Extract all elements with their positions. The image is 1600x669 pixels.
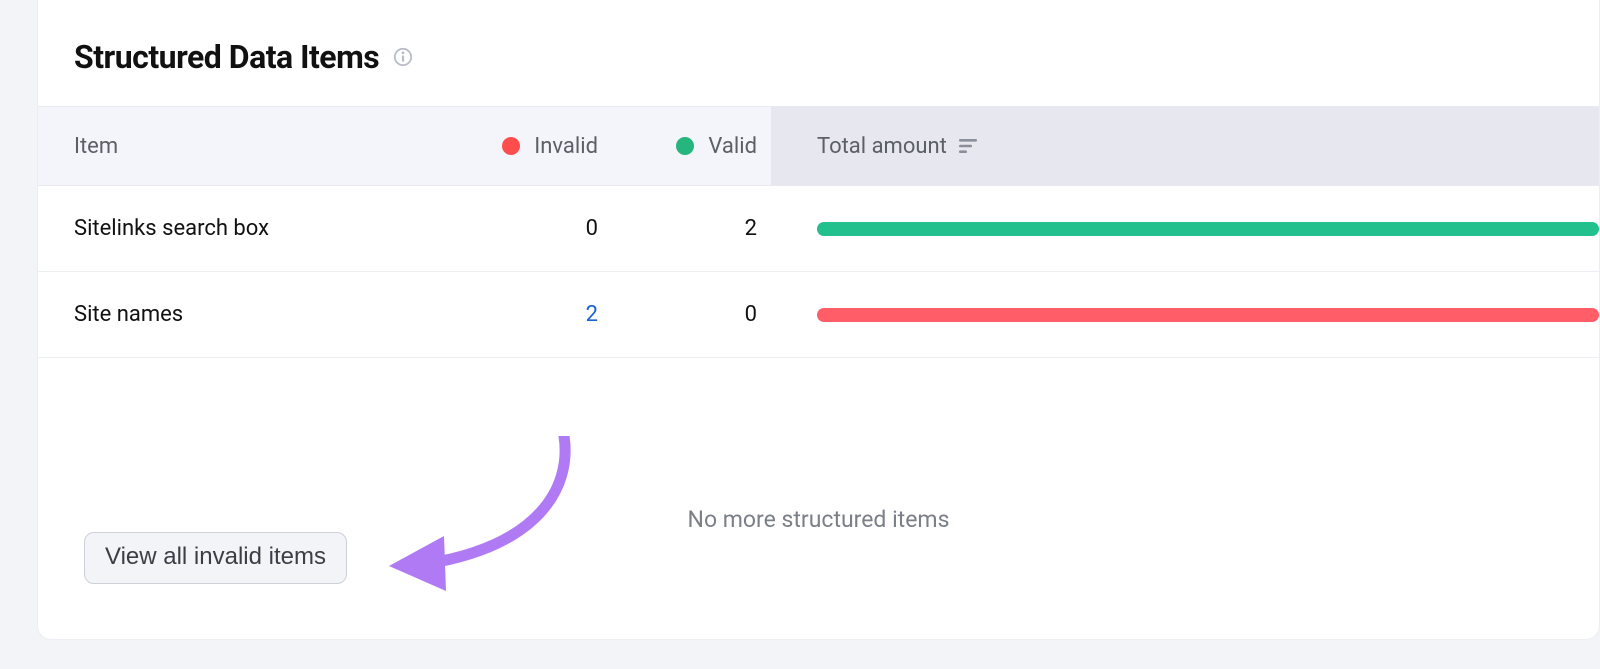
table-row[interactable]: Site names 2 0 [38,272,1599,358]
table-row[interactable]: Sitelinks search box 0 2 [38,186,1599,272]
info-icon[interactable] [393,47,413,67]
bar-invalid-icon [817,308,1599,322]
bar-valid-icon [817,222,1599,236]
col-header-total-label: Total amount [817,134,947,159]
panel-title: Structured Data Items [74,38,379,76]
cell-invalid: 0 [426,216,618,241]
cell-valid: 2 [618,216,771,241]
cell-total-bar [771,308,1599,322]
col-header-item[interactable]: Item [38,134,426,159]
cell-invalid[interactable]: 2 [426,302,618,327]
invalid-dot-icon [502,137,520,155]
valid-dot-icon [676,137,694,155]
col-header-valid-label: Valid [708,134,757,159]
panel-header: Structured Data Items [38,0,1599,106]
cell-item: Sitelinks search box [38,216,426,241]
cell-item: Site names [38,302,426,327]
structured-data-panel: Structured Data Items Item Invalid Valid… [37,0,1600,640]
cell-valid: 0 [618,302,771,327]
col-header-invalid[interactable]: Invalid [426,134,618,159]
col-header-total[interactable]: Total amount [771,107,1599,185]
table-header: Item Invalid Valid Total amount [38,106,1599,186]
col-header-invalid-label: Invalid [534,134,598,159]
invalid-count-link[interactable]: 2 [586,302,598,327]
view-all-invalid-button[interactable]: View all invalid items [84,532,347,584]
panel-footer: No more structured items View all invali… [38,358,1599,618]
col-header-valid[interactable]: Valid [618,134,771,159]
empty-state-text: No more structured items [38,506,1599,533]
sort-desc-icon [959,138,979,154]
cell-total-bar [771,222,1599,236]
